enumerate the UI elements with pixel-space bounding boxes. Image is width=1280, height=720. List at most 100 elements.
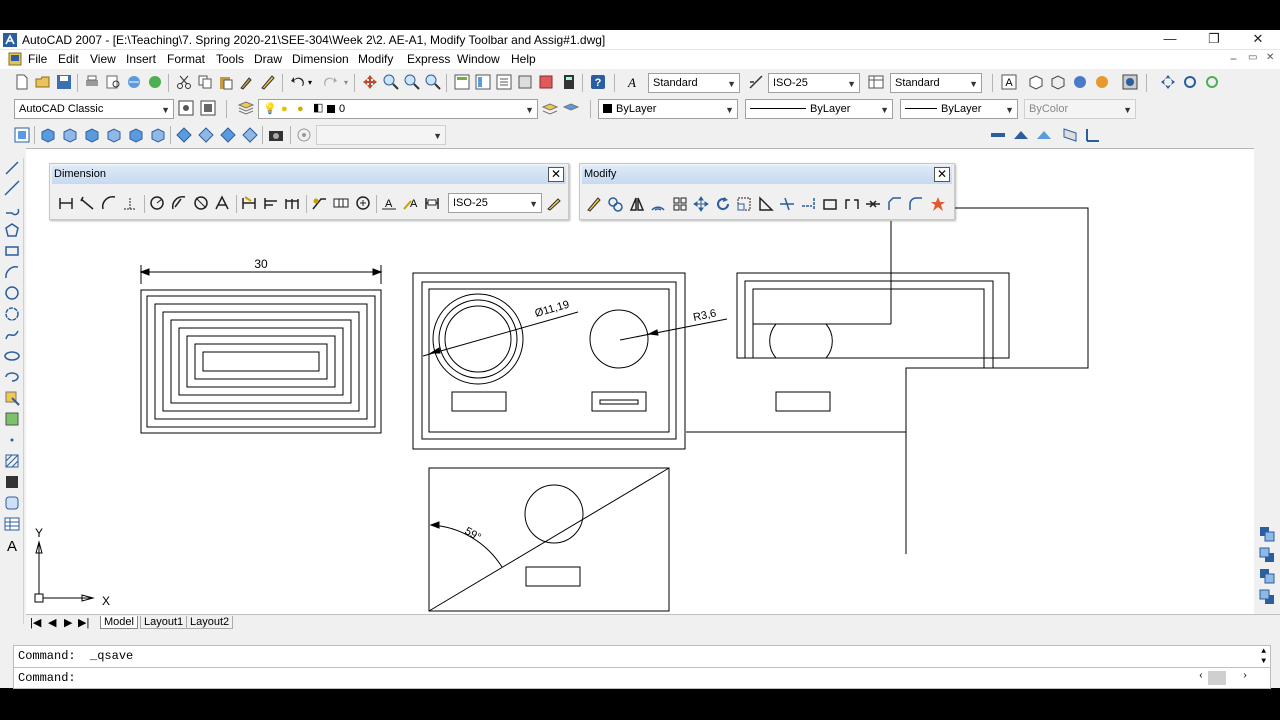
close-button[interactable]: ✕ xyxy=(1236,30,1280,50)
menu-insert[interactable]: Insert xyxy=(126,52,156,66)
render-icon[interactable] xyxy=(1094,74,1110,90)
extend-icon[interactable] xyxy=(801,196,817,212)
redo-dropdown-icon[interactable]: ▾ xyxy=(344,78,348,87)
doc-minimize-button[interactable]: − xyxy=(1230,52,1237,66)
camera-icon[interactable] xyxy=(268,127,284,143)
doc-close-button[interactable]: ✕ xyxy=(1266,52,1274,63)
sheet-set-icon[interactable] xyxy=(517,74,533,90)
dim-update-icon[interactable] xyxy=(424,195,440,211)
layer-select[interactable]: 💡 ● ● ◧ 0 ▼ xyxy=(258,99,538,119)
menu-express[interactable]: Express xyxy=(407,52,450,66)
materials-icon[interactable] xyxy=(1122,74,1138,90)
sw-iso-view-icon[interactable] xyxy=(176,127,192,143)
workspace-settings-icon[interactable] xyxy=(178,100,194,116)
dim-text-edit-icon[interactable]: A xyxy=(403,195,419,211)
layer-previous-icon[interactable] xyxy=(563,100,579,116)
ne-iso-view-icon[interactable] xyxy=(220,127,236,143)
table-style-select[interactable]: Standard ▼ xyxy=(890,73,982,93)
first-tab-button[interactable]: |◀ xyxy=(30,616,41,629)
left-view-icon[interactable] xyxy=(84,127,100,143)
color-select[interactable]: ByLayer ▼ xyxy=(598,99,738,119)
insert-block-icon[interactable] xyxy=(4,390,20,406)
modify-floating-toolbar[interactable]: Modify ✕ xyxy=(579,163,955,220)
plot-preview-icon[interactable] xyxy=(105,74,121,90)
lineweight-select[interactable]: ByLayer ▼ xyxy=(900,99,1018,119)
angled-plate-shape[interactable] xyxy=(428,467,670,612)
circle-icon[interactable] xyxy=(4,285,20,301)
paste-icon[interactable] xyxy=(218,74,234,90)
command-prompt[interactable]: Command: xyxy=(18,671,76,685)
open-icon[interactable] xyxy=(35,74,51,90)
draw-order-under-icon[interactable] xyxy=(1259,589,1275,605)
restore-button[interactable]: ❐ xyxy=(1192,30,1236,50)
dim-edit-icon[interactable]: A xyxy=(381,195,397,211)
design-center-icon[interactable] xyxy=(475,74,491,90)
cut-icon[interactable] xyxy=(176,74,192,90)
draw-order-front-icon[interactable] xyxy=(1259,526,1275,542)
scroll-left-icon[interactable]: ‹ xyxy=(1198,671,1204,682)
ucs-previous-icon[interactable] xyxy=(1036,127,1052,143)
gradient-icon[interactable] xyxy=(4,474,20,490)
region-icon[interactable] xyxy=(4,495,20,511)
text-style-icon[interactable]: A xyxy=(626,74,642,90)
3d-pan-icon[interactable] xyxy=(1160,74,1176,90)
menu-file[interactable]: File xyxy=(28,52,47,66)
polyline-icon[interactable] xyxy=(4,201,20,217)
revision-cloud-icon[interactable] xyxy=(4,306,20,322)
linetype-select[interactable]: ByLayer ▼ xyxy=(745,99,893,119)
nw-iso-view-icon[interactable] xyxy=(242,127,258,143)
draw-order-back-icon[interactable] xyxy=(1259,547,1275,563)
mirror-icon[interactable] xyxy=(629,196,645,212)
plot-icon[interactable] xyxy=(84,74,100,90)
document-icon[interactable] xyxy=(8,52,22,66)
close-icon[interactable]: ✕ xyxy=(934,167,950,182)
point-icon[interactable] xyxy=(4,432,20,448)
menu-format[interactable]: Format xyxy=(167,52,205,66)
plate-with-holes-shape[interactable] xyxy=(412,272,686,450)
radius-dim-icon[interactable] xyxy=(149,195,165,211)
markup-icon[interactable] xyxy=(538,74,554,90)
new-icon[interactable] xyxy=(14,74,30,90)
polygon-icon[interactable] xyxy=(4,222,20,238)
join-icon[interactable] xyxy=(865,196,881,212)
menu-draw[interactable]: Draw xyxy=(254,52,282,66)
dim-style-select[interactable]: ISO-25 ▼ xyxy=(768,73,860,93)
make-block-icon[interactable] xyxy=(4,411,20,427)
close-icon[interactable]: ✕ xyxy=(548,167,564,182)
viewport-icon[interactable] xyxy=(296,127,312,143)
menu-edit[interactable]: Edit xyxy=(58,52,79,66)
horizontal-scrollbar-thumb[interactable] xyxy=(1208,671,1226,685)
zoom-previous-icon[interactable] xyxy=(425,74,441,90)
tab-layout1[interactable]: Layout1 xyxy=(140,616,188,629)
tab-model[interactable]: Model xyxy=(100,616,138,629)
menu-modify[interactable]: Modify xyxy=(358,52,393,66)
offset-icon[interactable] xyxy=(650,196,666,212)
arc-length-icon[interactable] xyxy=(101,195,117,211)
layer-manager-icon[interactable] xyxy=(238,100,254,116)
tab-layout2[interactable]: Layout2 xyxy=(186,616,234,629)
next-tab-button[interactable]: ▶ xyxy=(64,616,72,629)
arc-icon[interactable] xyxy=(4,264,20,280)
command-window[interactable]: Command: _qsave Command: ▲ ▼ ‹ › xyxy=(13,645,1271,689)
menu-tools[interactable]: Tools xyxy=(216,52,244,66)
match-properties-icon[interactable] xyxy=(239,74,255,90)
radius-dimension[interactable] xyxy=(619,318,728,341)
block-editor-icon[interactable] xyxy=(260,74,276,90)
menu-window[interactable]: Window xyxy=(457,52,500,66)
tolerance-icon[interactable] xyxy=(333,195,349,211)
scroll-up-icon[interactable]: ▲ xyxy=(1261,647,1266,656)
undo-icon[interactable] xyxy=(290,74,306,90)
redo-icon[interactable] xyxy=(322,74,338,90)
bottom-view-icon[interactable] xyxy=(62,127,78,143)
angular-dim-icon[interactable] xyxy=(214,195,230,211)
third-part-shape[interactable] xyxy=(686,207,1089,554)
3d-free-orbit-icon[interactable] xyxy=(1204,74,1220,90)
dimension-floating-toolbar[interactable]: Dimension ✕ A A ISO-25 ▼ xyxy=(49,163,569,220)
trim-icon[interactable] xyxy=(779,196,795,212)
construction-line-icon[interactable] xyxy=(4,180,20,196)
stretch-icon[interactable] xyxy=(758,196,774,212)
zoom-window-icon[interactable] xyxy=(404,74,420,90)
ellipse-icon[interactable] xyxy=(4,348,20,364)
undo-dropdown-icon[interactable]: ▾ xyxy=(308,78,312,87)
right-view-icon[interactable] xyxy=(106,127,122,143)
